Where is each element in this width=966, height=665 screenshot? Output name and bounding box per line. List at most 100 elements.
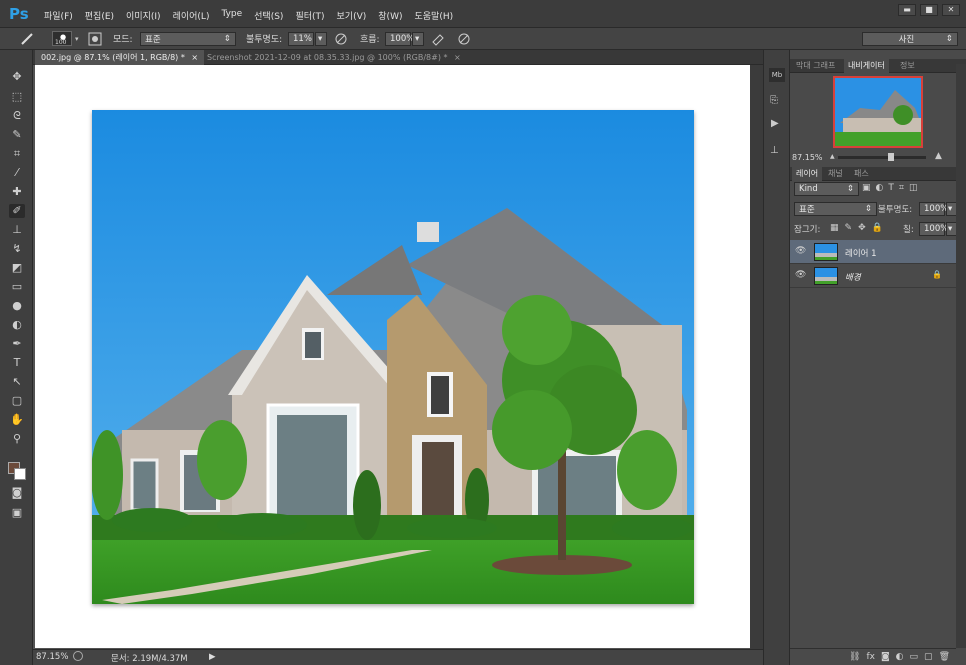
fill-input[interactable]: 100% — [919, 222, 948, 236]
type-filter-icon[interactable]: T — [888, 183, 894, 193]
zoom-in-icon[interactable]: ▲ — [935, 151, 942, 161]
layer-row-layer1[interactable]: 👁 레이어 1 — [790, 240, 956, 264]
canvas-area[interactable] — [33, 65, 763, 649]
tab-histogram[interactable]: 막대 그래프 — [792, 59, 839, 73]
blend-mode-select[interactable]: 표준 ⇕ — [794, 202, 878, 216]
brush-panel-toggle-icon[interactable] — [88, 31, 102, 46]
clone-stamp-tool-icon[interactable]: ⊥ — [9, 223, 25, 237]
history-brush-tool-icon[interactable]: ↯ — [9, 242, 25, 256]
menu-edit[interactable]: 편집(E) — [79, 9, 120, 22]
zoom-tool-icon[interactable]: ⚲ — [9, 432, 25, 446]
link-icon[interactable]: ⛓ — [849, 652, 860, 662]
menu-filter[interactable]: 필터(T) — [289, 9, 330, 22]
quick-mask-icon[interactable]: ◙ — [9, 486, 25, 500]
crop-tool-icon[interactable]: ⌗ — [9, 147, 25, 161]
lock-all-icon[interactable]: 🔒 — [872, 223, 883, 233]
move-tool-icon[interactable]: ✥ — [9, 70, 25, 84]
status-info-icon[interactable] — [73, 651, 83, 661]
hand-tool-icon[interactable]: ✋ — [9, 413, 25, 427]
flow-dropdown[interactable]: ▾ — [412, 31, 424, 46]
gradient-tool-icon[interactable]: ▭ — [9, 280, 25, 294]
fx-icon[interactable]: fx — [866, 652, 875, 662]
smart-object-filter-icon[interactable]: ◫ — [909, 183, 918, 193]
opacity-dropdown[interactable]: ▾ — [315, 31, 327, 46]
menu-type[interactable]: Type — [215, 9, 248, 22]
pressure-opacity-icon[interactable] — [334, 31, 348, 46]
eye-icon[interactable]: 👁 — [795, 270, 806, 280]
marquee-tool-icon[interactable]: ⬚ — [9, 90, 25, 104]
navigator-zoom-slider[interactable] — [838, 153, 926, 161]
shape-tool-icon[interactable]: ▢ — [9, 394, 25, 408]
screen-mode-icon[interactable]: ▣ — [9, 506, 25, 520]
shape-filter-icon[interactable]: ⌗ — [899, 183, 904, 193]
brush-tool-icon[interactable]: ✐ — [9, 204, 25, 218]
lock-pixels-icon[interactable]: ✎ — [845, 223, 853, 233]
quick-select-tool-icon[interactable]: ✎ — [9, 128, 25, 142]
type-tool-icon[interactable]: T — [9, 356, 25, 370]
layer-filter-select[interactable]: Kind ⇕ — [794, 182, 860, 196]
tab-layers[interactable]: 레이어 — [792, 167, 823, 181]
navigator-zoom[interactable]: 87.15% — [792, 153, 823, 162]
pen-tool-icon[interactable]: ✒ — [9, 337, 25, 351]
play-icon[interactable]: ▶ — [209, 652, 216, 662]
trash-icon[interactable]: 🗑 — [939, 652, 950, 662]
actions-icon[interactable]: ▶ — [771, 118, 779, 129]
close-icon[interactable]: × — [191, 53, 198, 62]
tab-paths[interactable]: 패스 — [850, 167, 873, 181]
dodge-tool-icon[interactable]: ◐ — [9, 318, 25, 332]
background-color-swatch[interactable] — [14, 468, 26, 480]
folder-icon[interactable]: ▭ — [910, 652, 919, 662]
clone-source-icon[interactable]: ⊥ — [770, 145, 779, 156]
tab-channels[interactable]: 채널 — [824, 167, 847, 181]
healing-tool-icon[interactable]: ✚ — [9, 185, 25, 199]
navigator-preview[interactable] — [833, 76, 923, 148]
history-icon[interactable]: ⎘ — [770, 95, 778, 106]
minimize-button[interactable]: ▬ — [898, 4, 916, 16]
mask-icon[interactable]: ◙ — [881, 652, 890, 662]
blur-tool-icon[interactable]: ● — [9, 299, 25, 313]
lasso-tool-icon[interactable]: ᘓ — [9, 109, 25, 123]
menu-select[interactable]: 선택(S) — [248, 9, 289, 22]
layer-name[interactable]: 배경 — [845, 271, 861, 283]
close-button[interactable]: ✕ — [942, 4, 960, 16]
lock-position-icon[interactable]: ✥ — [858, 223, 866, 233]
new-layer-icon[interactable]: ▢ — [924, 652, 933, 662]
lock-transparency-icon[interactable]: ▦ — [830, 223, 839, 233]
eraser-tool-icon[interactable]: ◩ — [9, 261, 25, 275]
menu-image[interactable]: 이미지(I) — [120, 9, 167, 22]
document-canvas[interactable] — [35, 65, 750, 648]
menu-view[interactable]: 보기(V) — [331, 9, 373, 22]
menu-file[interactable]: 파일(F) — [38, 9, 79, 22]
opacity-input[interactable]: 11% — [288, 31, 314, 46]
slider-thumb[interactable] — [888, 153, 894, 161]
close-icon[interactable]: × — [454, 53, 461, 62]
eye-icon[interactable]: 👁 — [795, 246, 806, 256]
restore-button[interactable]: ■ — [920, 4, 938, 16]
path-select-tool-icon[interactable]: ↖ — [9, 375, 25, 389]
tab-screenshot[interactable]: Screenshot 2021-12-09 at 08.35.33.jpg @ … — [201, 50, 467, 65]
adjustment-filter-icon[interactable]: ◐ — [876, 183, 884, 193]
menu-window[interactable]: 창(W) — [372, 9, 408, 22]
vertical-scrollbar[interactable] — [750, 65, 763, 649]
eyedropper-tool-icon[interactable]: ⁄ — [9, 166, 25, 180]
flow-input[interactable]: 100% — [385, 31, 414, 46]
airbrush-icon[interactable] — [431, 31, 445, 46]
adjustment-icon[interactable]: ◐ — [896, 652, 904, 662]
house-photo[interactable] — [92, 110, 694, 604]
tab-002-jpg[interactable]: 002.jpg @ 87.1% (레이어 1, RGB/8) * × — [35, 50, 205, 65]
panel-scrollbar[interactable] — [956, 64, 966, 648]
zoom-level[interactable]: 87.15% — [36, 652, 68, 662]
mode-select[interactable]: 표준 ⇕ — [140, 31, 236, 46]
tab-navigator[interactable]: 내비게이터 — [844, 59, 889, 73]
image-filter-icon[interactable]: ▣ — [862, 183, 871, 193]
mini-bridge-icon[interactable]: Mb — [769, 68, 785, 82]
brush-size-picker[interactable]: ● 100 ▾ — [52, 31, 79, 46]
workspace-select[interactable]: 사진 ⇕ — [862, 31, 958, 46]
tab-info[interactable]: 정보 — [896, 59, 919, 73]
menu-help[interactable]: 도움말(H) — [408, 9, 459, 22]
brush-tool-preset-icon[interactable] — [18, 31, 36, 46]
layer-name[interactable]: 레이어 1 — [845, 247, 877, 259]
zoom-out-icon[interactable]: ▲ — [830, 153, 835, 160]
menu-layer[interactable]: 레이어(L) — [167, 9, 216, 22]
pressure-size-icon[interactable] — [457, 31, 471, 46]
